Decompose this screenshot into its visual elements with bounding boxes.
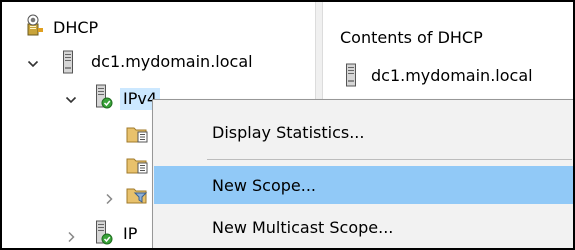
ipv6-node-icon [95, 220, 113, 246]
server-tower-icon [345, 63, 357, 87]
folder-list-icon[interactable] [126, 124, 148, 144]
folder-list-icon[interactable] [126, 155, 148, 175]
menu-item-label: New Scope... [212, 175, 316, 195]
menu-item-display-statistics[interactable]: Display Statistics... [154, 113, 573, 151]
mmc-window: DHCP dc1.mydomain.local IPv4 IP Contents… [0, 0, 575, 250]
menu-item-label: New Multicast Scope... [212, 217, 394, 237]
server-tower-icon [62, 50, 74, 74]
tree-label-server: dc1.mydomain.local [91, 52, 253, 71]
menu-item-label: Display Statistics... [212, 122, 365, 142]
menu-item-new-multicast-scope[interactable]: New Multicast Scope... [154, 208, 573, 246]
dhcp-server-icon [24, 14, 44, 36]
chevron-right-icon[interactable] [102, 192, 116, 206]
tree-label-dhcp: DHCP [53, 18, 99, 37]
ipv4-node-icon [95, 84, 113, 110]
chevron-right-icon[interactable] [64, 230, 78, 244]
filter-folder-icon[interactable] [126, 185, 148, 205]
menu-separator [207, 159, 572, 160]
menu-item-new-scope[interactable]: New Scope... [154, 166, 573, 204]
details-item-label: dc1.mydomain.local [371, 66, 533, 85]
context-menu: Display Statistics... New Scope... New M… [152, 99, 573, 248]
chevron-down-icon[interactable] [26, 57, 40, 71]
chevron-down-icon[interactable] [64, 93, 78, 107]
details-heading: Contents of DHCP [340, 28, 483, 47]
tree-label-ipv6: IP [123, 224, 138, 243]
